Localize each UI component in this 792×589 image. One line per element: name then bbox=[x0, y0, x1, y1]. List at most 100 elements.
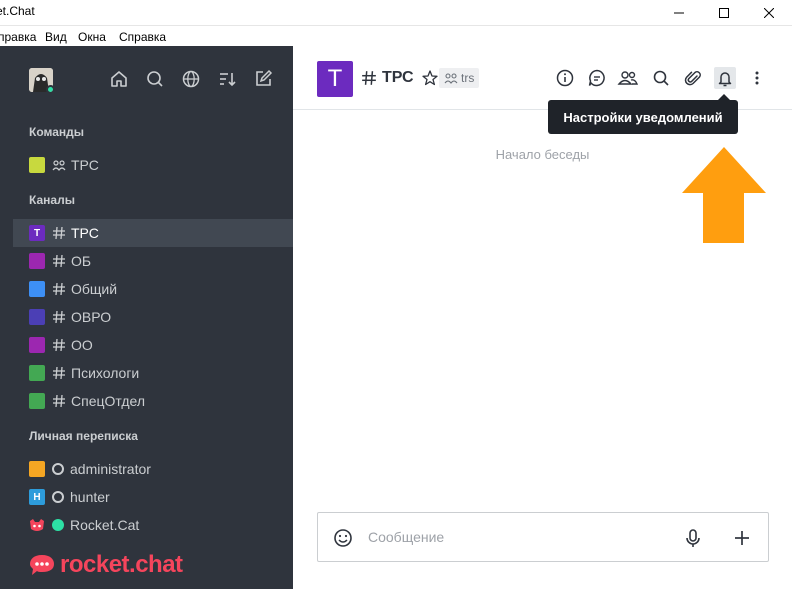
search-icon bbox=[653, 70, 669, 86]
notification-preferences-button[interactable] bbox=[714, 67, 736, 89]
sidebar-item-label: ТРС bbox=[71, 225, 99, 241]
channel-hash-icon bbox=[53, 254, 65, 268]
sidebar-item-channel[interactable]: СпецОтдел bbox=[13, 387, 293, 415]
message-input[interactable] bbox=[368, 527, 668, 547]
menu-edit[interactable]: правка bbox=[0, 30, 36, 44]
room-avatar bbox=[29, 393, 45, 409]
maximize-icon bbox=[719, 8, 729, 18]
user-avatar[interactable] bbox=[29, 68, 53, 92]
status-online-icon bbox=[52, 519, 64, 531]
user-avatar: H bbox=[29, 489, 45, 505]
status-offline-icon bbox=[52, 491, 64, 503]
status-offline-icon bbox=[52, 463, 64, 475]
menu-windows[interactable]: Окна bbox=[78, 30, 106, 44]
emoji-icon[interactable] bbox=[332, 527, 354, 549]
sidebar-item-label: Rocket.Cat bbox=[70, 517, 140, 533]
sidebar-item-direct[interactable]: Hhunter bbox=[13, 483, 293, 511]
sidebar-item-channel[interactable]: ОВРО bbox=[13, 303, 293, 331]
section-teams-header: Команды bbox=[29, 125, 85, 139]
sort-icon[interactable] bbox=[216, 68, 238, 90]
channel-hash-icon bbox=[53, 366, 65, 380]
room-info-button[interactable] bbox=[554, 67, 576, 89]
user-avatar bbox=[29, 461, 45, 477]
sidebar: Команды ТРС Каналы T ТРС ОБ Общий ОВРО ОО Псих… bbox=[0, 46, 293, 589]
info-icon bbox=[556, 69, 574, 87]
section-direct-header: Личная переписка bbox=[29, 429, 138, 443]
message-composer bbox=[317, 512, 769, 562]
room-avatar bbox=[29, 253, 45, 269]
channel-hash-icon bbox=[362, 71, 376, 85]
home-icon[interactable] bbox=[108, 68, 130, 90]
sidebar-item-channel[interactable]: Психологи bbox=[13, 359, 293, 387]
menu-help[interactable]: Справка bbox=[119, 30, 166, 44]
bell-icon bbox=[718, 72, 732, 87]
sidebar-item-channel[interactable]: Общий bbox=[13, 275, 293, 303]
rocket-chat-logo-text: rocket.chat bbox=[60, 551, 183, 578]
room-avatar[interactable]: T bbox=[317, 61, 353, 97]
channel-hash-icon bbox=[53, 338, 65, 352]
channel-hash-icon bbox=[53, 310, 65, 324]
discussions-button[interactable] bbox=[586, 67, 608, 89]
team-icon bbox=[444, 73, 458, 84]
close-icon bbox=[764, 8, 774, 18]
minimize-icon bbox=[674, 12, 684, 14]
room-name: ТРС bbox=[382, 69, 414, 86]
room-avatar bbox=[29, 281, 45, 297]
sidebar-item-channel[interactable]: ОО bbox=[13, 331, 293, 359]
members-button[interactable] bbox=[617, 67, 639, 89]
close-button[interactable] bbox=[746, 0, 792, 26]
room-avatar bbox=[29, 365, 45, 381]
plus-icon[interactable] bbox=[731, 527, 753, 549]
files-button[interactable] bbox=[682, 67, 704, 89]
kebab-icon bbox=[755, 71, 759, 85]
search-messages-button[interactable] bbox=[650, 67, 672, 89]
menu-view[interactable]: Вид bbox=[45, 30, 67, 44]
sidebar-item-label: administrator bbox=[70, 461, 151, 477]
sidebar-header bbox=[0, 46, 293, 110]
team-tag[interactable]: trs bbox=[439, 68, 480, 88]
window-title: et.Chat bbox=[0, 4, 35, 18]
channel-hash-icon bbox=[53, 282, 65, 296]
team-tag-label: trs bbox=[461, 71, 475, 85]
channel-hash-icon bbox=[53, 394, 65, 408]
sidebar-item-label: Общий bbox=[71, 281, 118, 297]
microphone-icon[interactable] bbox=[682, 527, 704, 549]
menu-bar: правка Вид Окна Справка bbox=[0, 26, 792, 46]
directory-globe-icon[interactable] bbox=[180, 68, 202, 90]
search-icon[interactable] bbox=[144, 68, 166, 90]
sidebar-item-channel[interactable]: T ТРС bbox=[13, 219, 293, 247]
notification-tooltip: Настройки уведомлений bbox=[548, 94, 738, 134]
rocket-chat-logo: rocket.chat bbox=[28, 551, 183, 579]
discussion-icon bbox=[588, 69, 605, 87]
title-bar: et.Chat bbox=[0, 0, 792, 26]
section-channels-header: Каналы bbox=[29, 193, 75, 207]
kebab-menu-button[interactable] bbox=[746, 67, 768, 89]
create-new-icon[interactable] bbox=[252, 68, 274, 90]
sidebar-item-label: Психологи bbox=[71, 365, 140, 381]
sidebar-item-label: ОВРО bbox=[71, 309, 112, 325]
sidebar-item-team-trs[interactable]: ТРС bbox=[13, 151, 293, 179]
sidebar-item-label: hunter bbox=[70, 489, 110, 505]
main-content: T ТРС trs Настройки уведомлений Начало б… bbox=[293, 46, 792, 589]
star-icon[interactable] bbox=[421, 69, 439, 87]
room-avatar: T bbox=[29, 225, 45, 241]
room-avatar bbox=[29, 337, 45, 353]
sidebar-item-direct[interactable]: Rocket.Cat bbox=[13, 511, 293, 539]
room-avatar bbox=[29, 157, 45, 173]
minimize-button[interactable] bbox=[656, 0, 702, 26]
rocket-cat-avatar-icon bbox=[30, 519, 44, 531]
maximize-button[interactable] bbox=[701, 0, 747, 26]
sidebar-item-label: СпецОтдел bbox=[71, 393, 145, 409]
sidebar-item-channel[interactable]: ОБ bbox=[13, 247, 293, 275]
team-icon bbox=[52, 160, 66, 171]
paperclip-icon bbox=[684, 71, 701, 86]
channel-hash-icon bbox=[53, 226, 65, 240]
annotation-arrow-icon bbox=[682, 147, 766, 243]
members-icon bbox=[617, 71, 639, 85]
room-title[interactable]: ТРС bbox=[361, 69, 439, 87]
room-avatar bbox=[29, 309, 45, 325]
rocket-chat-logo-icon bbox=[30, 555, 54, 575]
sidebar-item-direct[interactable]: administrator bbox=[13, 455, 293, 483]
sidebar-item-label: ОБ bbox=[71, 253, 92, 269]
sidebar-item-label: ОО bbox=[71, 337, 93, 353]
